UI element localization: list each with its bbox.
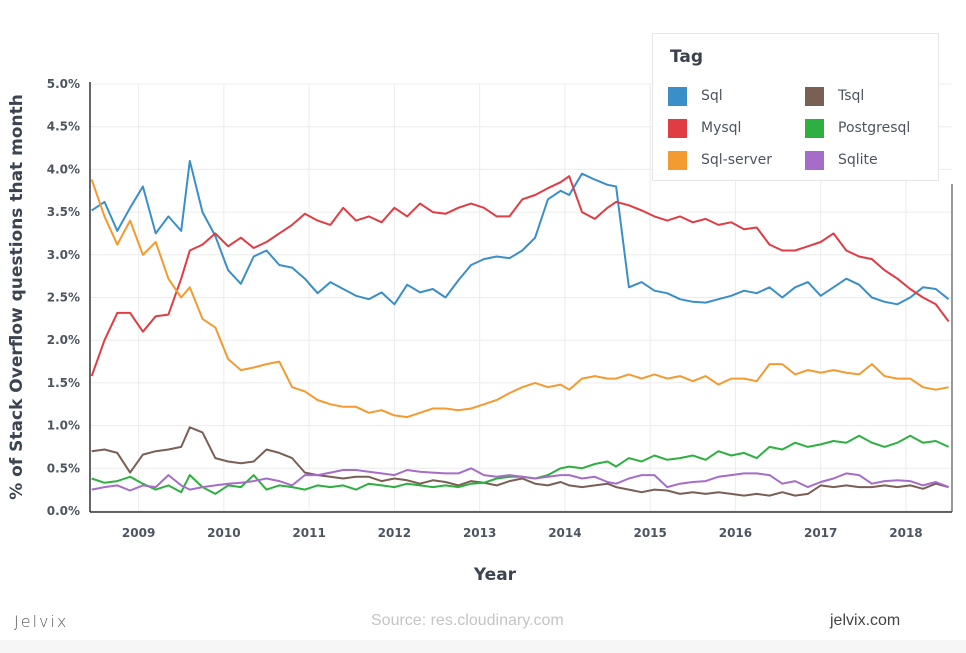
x-axis-title: Year [473, 565, 517, 585]
x-tick-label: 2014 [548, 526, 581, 540]
y-tick-label: 4.0% [47, 162, 80, 176]
series-line-mysql [90, 175, 950, 377]
y-tick-label: 1.5% [47, 376, 80, 390]
y-tick-label: 3.0% [47, 248, 80, 262]
legend-title: Tag [670, 47, 704, 67]
series-line-sql-server [90, 179, 949, 419]
x-tick-labels: 2009 2010 2011 2012 2013 2014 2015 2016 2017 2018 [122, 526, 923, 540]
legend-swatch [805, 150, 824, 170]
y-tick-label: 0.0% [47, 504, 80, 518]
legend-item-sqlite: Sqlite [805, 150, 878, 170]
legend-item-sql-server: Sql-server [668, 150, 772, 170]
brand-logo-left: Jelvix [14, 612, 69, 631]
bottom-band [0, 640, 966, 653]
y-tick-label: 5.0% [47, 77, 80, 91]
y-tick-label: 2.0% [47, 333, 80, 347]
x-tick-label: 2012 [378, 526, 411, 540]
legend-swatch [668, 86, 687, 106]
y-axis-title: % of Stack Overflow questions that month [7, 94, 27, 500]
series-line-sql [91, 159, 950, 306]
y-tick-label: 2.5% [47, 291, 80, 305]
x-tick-label: 2009 [122, 526, 155, 540]
legend-swatch [668, 150, 687, 170]
x-tick-label: 2018 [889, 526, 922, 540]
legend-swatch [805, 86, 824, 106]
y-tick-label: 1.0% [47, 419, 80, 433]
legend-label: Sql-server [701, 152, 773, 168]
legend-label: Sqlite [838, 152, 878, 168]
x-tick-label: 2010 [207, 526, 240, 540]
legend-label: Sql [701, 88, 723, 104]
y-tick-label: 0.5% [47, 461, 80, 475]
legend-swatch [805, 118, 824, 138]
series-lines [90, 159, 950, 497]
legend-label: Mysql [701, 120, 742, 136]
legend-item-mysql: Mysql [668, 118, 741, 138]
y-tick-label: 3.5% [47, 205, 80, 219]
x-tick-label: 2013 [463, 526, 496, 540]
x-tick-label: 2015 [633, 526, 666, 540]
y-tick-label: 4.5% [47, 120, 80, 134]
x-tick-label: 2011 [292, 526, 325, 540]
y-tick-labels: 0.0% 0.5% 1.0% 1.5% 2.0% 2.5% 3.0% 3.5% 4.0% 4.5%… [47, 77, 80, 518]
brand-url: jelvix.com [830, 612, 901, 629]
source-caption: Source: res.cloudinary.com [371, 612, 564, 629]
x-tick-label: 2016 [719, 526, 752, 540]
x-tick-label: 2017 [804, 526, 837, 540]
legend-item-postgresql: Postgresql [805, 118, 910, 138]
legend-item-tsql: Tsql [805, 86, 864, 106]
legend: Tag Sql Mysql Sql-server Tsql Postgresql Sqli… [652, 33, 939, 181]
legend-item-sql: Sql [668, 86, 723, 106]
legend-swatch [668, 118, 687, 138]
legend-label: Tsql [838, 88, 865, 104]
legend-label: Postgresql [838, 120, 911, 136]
